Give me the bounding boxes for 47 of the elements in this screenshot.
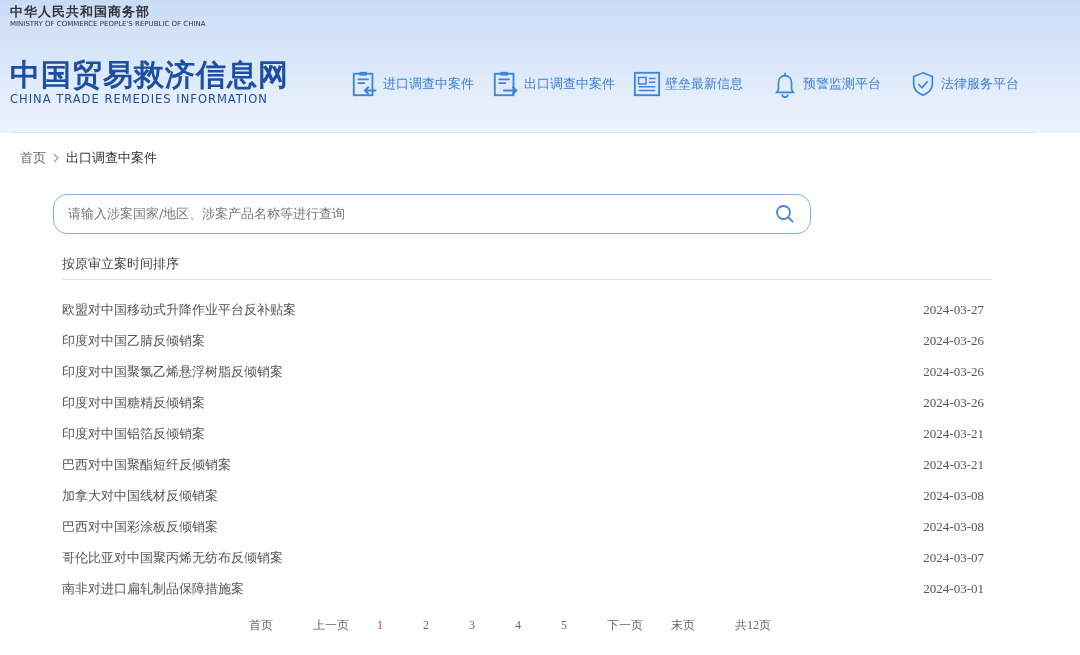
pager-link[interactable]: 上一页 bbox=[313, 618, 349, 632]
page-link[interactable]: 1 bbox=[377, 618, 383, 632]
clipboard-arrow-icon bbox=[492, 69, 520, 99]
site-logo-subtitle: CHINA TRADE REMEDIES INFORMATION bbox=[10, 92, 269, 106]
pager-link[interactable]: 首页 bbox=[249, 618, 273, 632]
case-link[interactable]: 南非对进口扁轧制品保障措施案 bbox=[62, 578, 244, 599]
case-link[interactable]: 巴西对中国彩涂板反倾销案 bbox=[62, 516, 218, 537]
case-date: 2024-03-07 bbox=[923, 548, 984, 567]
case-link[interactable]: 印度对中国糖精反倾销案 bbox=[62, 392, 205, 413]
newspaper-icon bbox=[633, 69, 661, 99]
case-link[interactable]: 印度对中国铝箔反倾销案 bbox=[62, 423, 205, 444]
case-link[interactable]: 巴西对中国聚酯短纤反倾销案 bbox=[62, 454, 231, 475]
ministry-name: 中华人民共和国商务部 bbox=[10, 3, 151, 20]
case-date: 2024-03-26 bbox=[923, 362, 984, 381]
pager-link[interactable]: 末页 bbox=[671, 618, 695, 632]
case-link[interactable]: 加拿大对中国线材反倾销案 bbox=[62, 485, 218, 506]
page-link[interactable]: 2 bbox=[423, 618, 429, 632]
case-date: 2024-03-21 bbox=[923, 455, 984, 474]
nav-link[interactable]: 出口调查中案件 bbox=[492, 62, 615, 106]
case-link[interactable]: 欧盟对中国移动式升降作业平台反补贴案 bbox=[62, 299, 296, 320]
site-logo-title[interactable]: 中国贸易救济信息网 bbox=[10, 58, 289, 92]
search-field[interactable]: 请输入涉案国家/地区、涉案产品名称等进行查询 bbox=[53, 193, 811, 234]
page-link[interactable]: 4 bbox=[515, 618, 521, 632]
nav-link[interactable]: 进口调查中案件 bbox=[351, 62, 474, 106]
nav-link[interactable]: 壁垒最新信息 bbox=[633, 62, 743, 106]
page-link[interactable]: 5 bbox=[561, 618, 567, 632]
breadcrumb-link[interactable]: 出口调查中案件 bbox=[66, 148, 157, 168]
clipboard-arrow-icon bbox=[351, 69, 379, 99]
sort-label[interactable]: 按原审立案时间排序 bbox=[62, 255, 179, 271]
search-icon[interactable] bbox=[775, 203, 795, 224]
case-date: 2024-03-21 bbox=[923, 424, 984, 443]
nav-link[interactable]: 预警监测平台 bbox=[771, 62, 881, 106]
case-date: 2024-03-01 bbox=[923, 579, 984, 598]
page-link[interactable]: 3 bbox=[469, 618, 475, 632]
page-count: 共12页 bbox=[735, 618, 771, 632]
case-link[interactable]: 印度对中国乙腈反倾销案 bbox=[62, 330, 205, 351]
nav-link[interactable]: 法律服务平台 bbox=[909, 62, 1019, 106]
case-link[interactable]: 印度对中国聚氯乙烯悬浮树脂反倾销案 bbox=[62, 361, 283, 382]
chevron-icon bbox=[52, 152, 60, 163]
case-date: 2024-03-27 bbox=[923, 300, 984, 319]
pager-link[interactable]: 下一页 bbox=[607, 618, 643, 632]
case-date: 2024-03-08 bbox=[923, 486, 984, 505]
breadcrumb-link[interactable]: 首页 bbox=[20, 148, 46, 168]
case-date: 2024-03-26 bbox=[923, 393, 984, 412]
case-link[interactable]: 哥伦比亚对中国聚丙烯无纺布反倾销案 bbox=[62, 547, 283, 568]
case-date: 2024-03-08 bbox=[923, 517, 984, 536]
case-date: 2024-03-26 bbox=[923, 331, 984, 350]
